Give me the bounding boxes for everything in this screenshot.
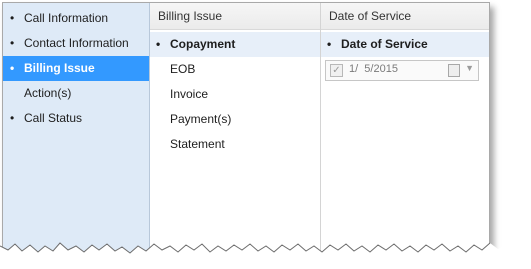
billing-issue-panel: Billing Issue • Copayment EOB Invoice Pay… [150, 3, 321, 261]
sidebar-item-label: Action(s) [24, 86, 72, 100]
wizard-window: • Call Information • Contact Information •… [2, 2, 490, 262]
panel-header: Billing Issue [150, 3, 320, 30]
panel-header: Date of Service [321, 3, 489, 30]
sidebar: • Call Information • Contact Information •… [3, 3, 150, 261]
bullet-icon: • [327, 37, 332, 51]
date-value: 1/ 5/2015 [349, 63, 398, 75]
list-item-eob[interactable]: EOB [150, 57, 320, 82]
date-of-service-panel: Date of Service • Date of Service ✓ 1/ 5/… [321, 3, 489, 261]
sidebar-item-call-information[interactable]: • Call Information [3, 6, 149, 31]
sidebar-item-label: Billing Issue [24, 61, 95, 75]
list-item-statement[interactable]: Statement [150, 132, 320, 157]
bullet-icon: • [10, 61, 15, 75]
bullet-icon: • [10, 11, 15, 25]
section-title: • Date of Service [321, 32, 489, 57]
sidebar-item-label: Call Information [24, 11, 109, 25]
list-item-invoice[interactable]: Invoice [150, 82, 320, 107]
billing-issue-list: • Copayment EOB Invoice Payment(s) Statem… [150, 30, 320, 157]
list-item-label: Copayment [170, 37, 236, 51]
sidebar-item-billing-issue[interactable]: • Billing Issue [3, 56, 149, 81]
calendar-icon[interactable] [448, 64, 460, 77]
chevron-down-icon[interactable]: ▼ [465, 63, 474, 73]
sidebar-item-actions[interactable]: •Action(s) [3, 81, 149, 106]
sidebar-item-label: Call Status [24, 111, 83, 125]
sidebar-item-call-status[interactable]: • Call Status [3, 106, 149, 131]
bullet-icon: • [10, 36, 15, 50]
bullet-icon: • [156, 37, 161, 51]
list-item-copayment[interactable]: • Copayment [150, 32, 320, 57]
checkbox-icon[interactable]: ✓ [330, 64, 343, 77]
sidebar-item-contact-information[interactable]: • Contact Information [3, 31, 149, 56]
bullet-icon: • [10, 111, 15, 125]
sidebar-item-label: Contact Information [24, 36, 129, 50]
section-title-label: Date of Service [341, 37, 428, 51]
date-of-service-picker[interactable]: ✓ 1/ 5/2015 ▼ [325, 60, 479, 81]
list-item-payments[interactable]: Payment(s) [150, 107, 320, 132]
